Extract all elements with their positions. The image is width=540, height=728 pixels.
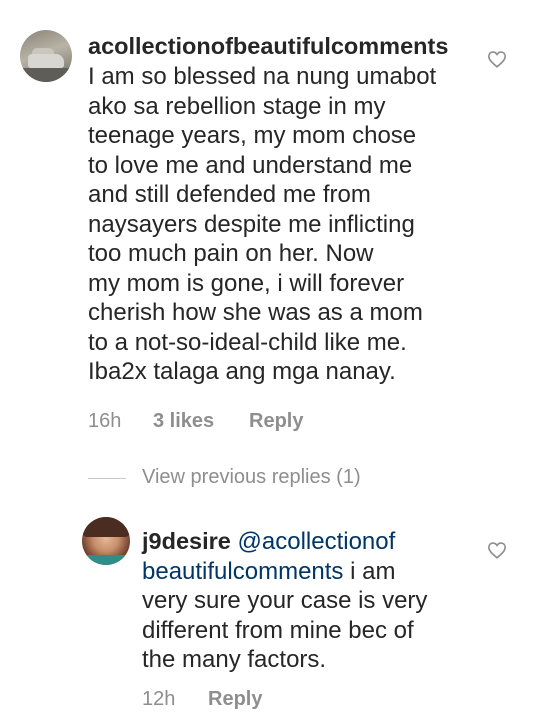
reply-line-tail: i am: [343, 557, 396, 585]
avatar-image-detail: [28, 54, 64, 68]
reply-mention[interactable]: @acollectionof: [238, 528, 396, 555]
reply-text: j9desire @acollectionof beautifulcomment…: [142, 527, 427, 675]
comment-line: ako sa rebellion stage in my: [88, 92, 386, 120]
comment-line: and still defended me from: [88, 181, 371, 208]
avatar-image-detail: [82, 517, 130, 537]
comment-text: I am so blessed na nung umabot ako sa re…: [88, 62, 436, 387]
heart-outline-icon[interactable]: [487, 50, 507, 68]
comment-timestamp: 16h: [88, 410, 122, 432]
reply-first-line: j9desire @acollectionof: [142, 527, 427, 557]
comment-line: to a not-so-ideal-child like me.: [88, 328, 407, 356]
comment-line: naysayers despite me inflicting: [88, 210, 415, 238]
comment-reply-button[interactable]: Reply: [249, 410, 303, 433]
comment-line: too much pain on her. Now: [88, 240, 374, 267]
reply-username[interactable]: j9desire: [142, 528, 231, 554]
heart-outline-icon[interactable]: [487, 541, 507, 559]
comment-line: my mom is gone, i will forever: [88, 269, 405, 297]
comment-likes-count[interactable]: 3 likes: [153, 410, 214, 433]
reply-second-line: beautifulcomments i am: [142, 557, 427, 587]
view-previous-replies-button[interactable]: View previous replies (1): [142, 466, 361, 489]
comment-line: to love me and understand me: [88, 151, 413, 179]
comment-line: cherish how she was as a mom: [88, 299, 423, 326]
avatar-image-detail: [20, 68, 72, 82]
reply-line: different from mine bec of: [142, 616, 414, 644]
comment-line: teenage years, my mom chose: [88, 122, 417, 149]
reply-line: the many factors.: [142, 646, 327, 673]
comment-line: I am so blessed na nung umabot: [88, 63, 437, 90]
comment-line: Iba2x talaga ang mga nanay.: [88, 358, 396, 385]
avatar-image-detail: [82, 555, 130, 565]
reply-line: very sure your case is very: [142, 587, 428, 614]
avatar[interactable]: [82, 517, 130, 565]
comment-username[interactable]: acollectionofbeautifulcomments: [88, 33, 448, 60]
reply-timestamp: 12h: [142, 688, 176, 710]
replies-divider: [88, 478, 126, 479]
reply-mention-continued[interactable]: beautifulcomments: [142, 558, 343, 585]
reply-reply-button[interactable]: Reply: [208, 688, 262, 711]
avatar[interactable]: [20, 30, 72, 82]
